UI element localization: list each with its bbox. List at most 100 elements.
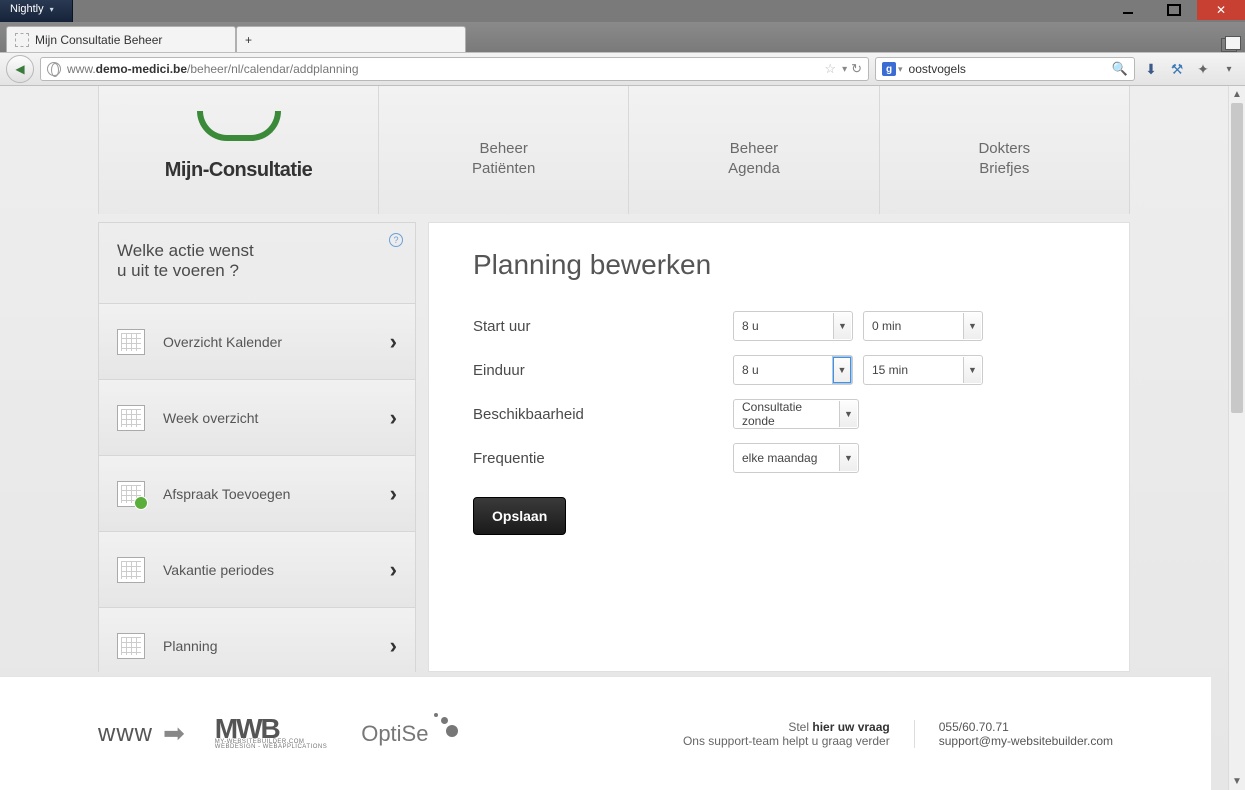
back-button[interactable] <box>6 55 34 83</box>
addon-icon[interactable]: ✦ <box>1193 59 1213 79</box>
chevron-right-icon: › <box>390 329 397 355</box>
search-engine-dropdown-icon[interactable]: ▾ <box>898 64 903 75</box>
window-maximize-button[interactable] <box>1151 0 1197 20</box>
window-close-button[interactable] <box>1197 0 1245 20</box>
browser-navbar: www.demo-medici.be/beheer/nl/calendar/ad… <box>0 52 1245 86</box>
brand-name: Mijn-Consultatie <box>165 159 313 182</box>
chevron-down-icon: ▼ <box>839 445 857 471</box>
new-tab-button[interactable]: + <box>236 26 466 52</box>
save-button[interactable]: Opslaan <box>473 497 566 535</box>
window-titlebar: Nightly <box>0 0 1245 22</box>
nav-dokters-briefjes[interactable]: Dokters Briefjes <box>880 86 1129 214</box>
select-end-hour[interactable]: 8 u ▼ <box>733 355 853 385</box>
google-icon: g <box>882 62 896 76</box>
select-end-min[interactable]: 15 min ▼ <box>863 355 983 385</box>
nav-label-line2: Briefjes <box>979 159 1029 179</box>
support-link[interactable]: hier uw vraag <box>812 720 889 734</box>
footer-mwb-logo[interactable]: MWB MY-WEBSITEBUILDER.COM WEBDESIGN - WE… <box>215 718 327 750</box>
page-footer: www ➡ MWB MY-WEBSITEBUILDER.COM WEBDESIG… <box>0 676 1211 790</box>
browser-tab-active[interactable]: Mijn Consultatie Beheer <box>6 26 236 52</box>
main-panel: Planning bewerken Start uur 8 u ▼ 0 min … <box>428 222 1130 672</box>
sidebar-prompt-line2: u uit te voeren ? <box>117 261 239 280</box>
select-value: elke maandag <box>742 451 817 465</box>
mwb-sub2: WEBDESIGN - WEBAPPLICATIONS <box>215 745 327 750</box>
sidebar-item-week-overzicht[interactable]: Week overzicht › <box>99 380 415 456</box>
field-frequentie: Frequentie elke maandag ▼ <box>473 443 1085 473</box>
downloads-icon[interactable]: ⬇ <box>1141 59 1161 79</box>
field-label: Beschikbaarheid <box>473 406 733 423</box>
chevron-down-icon: ▼ <box>963 357 981 383</box>
sidebar-item-overzicht-kalender[interactable]: Overzicht Kalender › <box>99 304 415 380</box>
chevron-right-icon: › <box>390 405 397 431</box>
sidebar-item-label: Vakantie periodes <box>163 562 274 578</box>
nav-label-line1: Beheer <box>730 139 778 159</box>
select-start-min[interactable]: 0 min ▼ <box>863 311 983 341</box>
sidebar: Welke actie wenst u uit te voeren ? ? Ov… <box>98 222 416 672</box>
calendar-icon <box>117 633 145 659</box>
scroll-thumb[interactable] <box>1231 103 1243 413</box>
field-label: Frequentie <box>473 450 733 467</box>
tab-favicon <box>15 33 29 47</box>
footer-optiseo-logo[interactable]: OptiSe <box>361 721 458 747</box>
select-value: Consultatie zonde <box>742 400 836 428</box>
field-label: Start uur <box>473 318 733 335</box>
optiseo-dots-icon <box>432 713 458 739</box>
chevron-right-icon: › <box>390 481 397 507</box>
tab-title: Mijn Consultatie Beheer <box>35 33 162 47</box>
url-host: demo-medici.be <box>96 62 187 76</box>
brand-logo-icon <box>197 111 281 141</box>
sidebar-item-afspraak-toevoegen[interactable]: Afspraak Toevoegen › <box>99 456 415 532</box>
select-availability[interactable]: Consultatie zonde ▼ <box>733 399 859 429</box>
window-minimize-button[interactable] <box>1105 0 1151 20</box>
nav-label-line1: Dokters <box>978 139 1030 159</box>
bookmark-star-icon[interactable]: ☆ <box>824 61 836 77</box>
nav-beheer-agenda[interactable]: Beheer Agenda <box>629 86 879 214</box>
vertical-scrollbar[interactable]: ▲ ▼ <box>1228 86 1245 790</box>
sidebar-item-label: Week overzicht <box>163 410 258 426</box>
calendar-add-icon <box>117 481 145 507</box>
brand-column[interactable]: Mijn-Consultatie <box>99 86 379 214</box>
body-two-column: Welke actie wenst u uit te voeren ? ? Ov… <box>98 222 1130 672</box>
sidebar-prompt-line1: Welke actie wenst <box>117 241 254 260</box>
app-menu-button[interactable]: Nightly <box>0 0 73 22</box>
nav-beheer-patienten[interactable]: Beheer Patiënten <box>379 86 629 214</box>
optiseo-text: OptiSe <box>361 721 428 746</box>
top-navigation: Mijn-Consultatie Beheer Patiënten Beheer… <box>98 86 1130 214</box>
toolbar-dropdown-icon[interactable]: ▾ <box>1219 59 1239 79</box>
page-content: Mijn-Consultatie Beheer Patiënten Beheer… <box>0 86 1228 790</box>
chevron-down-icon: ▼ <box>963 313 981 339</box>
tab-groups-button[interactable] <box>1221 38 1237 52</box>
nav-label-line2: Agenda <box>728 159 780 179</box>
url-bar[interactable]: www.demo-medici.be/beheer/nl/calendar/ad… <box>40 57 869 81</box>
url-prefix: www. <box>67 62 96 76</box>
page-viewport: Mijn-Consultatie Beheer Patiënten Beheer… <box>0 86 1245 790</box>
globe-icon <box>47 62 61 76</box>
arrow-right-icon: ➡ <box>163 718 185 749</box>
browser-tabbar: Mijn Consultatie Beheer + <box>0 22 1245 52</box>
page-title: Planning bewerken <box>473 249 1085 281</box>
scroll-down-icon[interactable]: ▼ <box>1229 773 1245 790</box>
url-dropdown-icon[interactable]: ▾ <box>842 64 847 75</box>
scroll-up-icon[interactable]: ▲ <box>1229 86 1245 103</box>
search-value: oostvogels <box>909 62 966 76</box>
footer-email[interactable]: support@my-websitebuilder.com <box>939 734 1113 748</box>
reload-icon[interactable]: ↻ <box>851 61 862 77</box>
plus-icon: + <box>245 33 252 47</box>
footer-www: www <box>98 720 153 748</box>
url-path: /beheer/nl/calendar/addplanning <box>187 62 358 76</box>
select-start-hour[interactable]: 8 u ▼ <box>733 311 853 341</box>
sidebar-item-label: Planning <box>163 638 218 654</box>
devtools-icon[interactable]: ⚒ <box>1167 59 1187 79</box>
chevron-down-icon: ▼ <box>833 357 851 383</box>
chevron-right-icon: › <box>390 557 397 583</box>
calendar-icon <box>117 329 145 355</box>
select-frequency[interactable]: elke maandag ▼ <box>733 443 859 473</box>
search-bar[interactable]: g ▾ oostvogels 🔍 <box>875 57 1135 81</box>
sidebar-item-vakantie-periodes[interactable]: Vakantie periodes › <box>99 532 415 608</box>
field-beschikbaarheid: Beschikbaarheid Consultatie zonde ▼ <box>473 399 1085 429</box>
search-icon[interactable]: 🔍 <box>1112 61 1128 77</box>
sidebar-item-label: Afspraak Toevoegen <box>163 486 290 502</box>
select-value: 8 u <box>742 363 759 377</box>
sidebar-item-planning[interactable]: Planning › <box>99 608 415 684</box>
help-icon[interactable]: ? <box>389 233 403 247</box>
